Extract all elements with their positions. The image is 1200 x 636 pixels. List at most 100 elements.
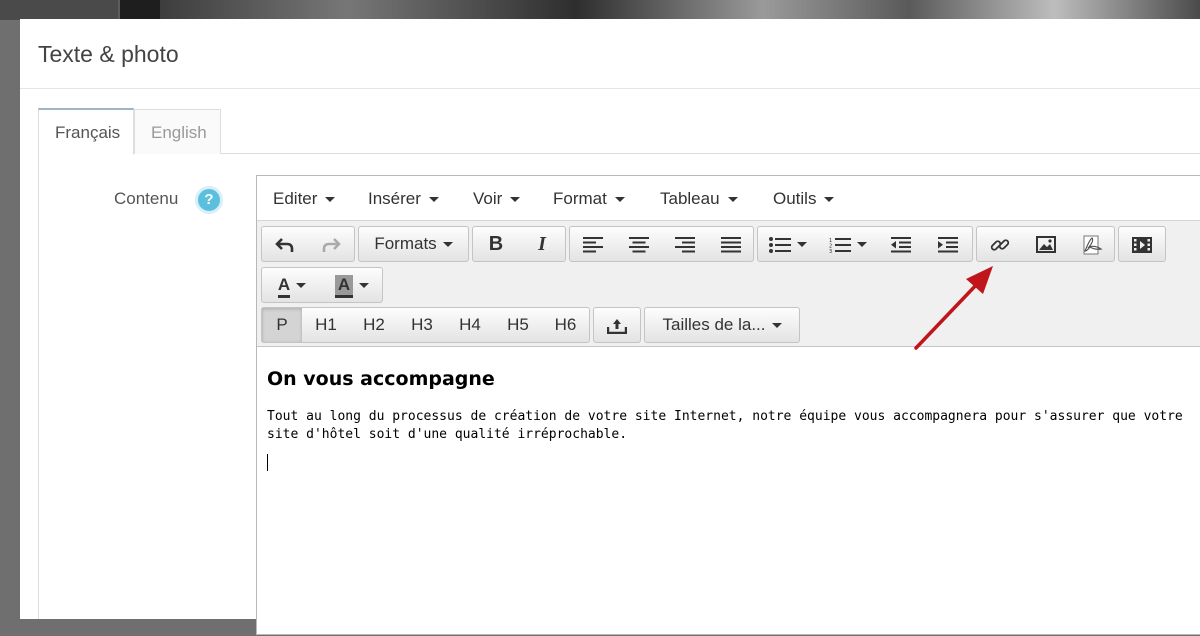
align-right-button[interactable]: [662, 227, 708, 261]
font-size-group: Tailles de la...: [644, 307, 800, 343]
editor-toolbar: Formats B I 123 A A P H1 H2 H3 H4 H5 H6 …: [257, 221, 1200, 347]
svg-text:3: 3: [829, 249, 832, 253]
list-group: 123: [757, 226, 973, 262]
indent-icon: [938, 236, 958, 253]
text-color-icon: A: [277, 275, 291, 298]
help-icon[interactable]: ?: [195, 186, 223, 214]
chevron-down-icon: [325, 197, 336, 203]
text-cursor: [267, 454, 268, 471]
block-format-group: P H1 H2 H3 H4 H5 H6: [261, 307, 590, 343]
media-button[interactable]: [1119, 227, 1165, 261]
formats-group: Formats: [358, 226, 469, 262]
align-group: [569, 226, 754, 262]
align-left-icon: [583, 236, 603, 253]
insert-group: [976, 226, 1115, 262]
backdrop-photo: [160, 0, 1200, 20]
menu-format[interactable]: Format: [553, 176, 625, 221]
background-color-icon: A: [334, 275, 354, 298]
text-color-button[interactable]: A: [262, 268, 322, 302]
upload-icon: [606, 318, 628, 334]
menu-voir[interactable]: Voir: [473, 176, 521, 221]
h5-button[interactable]: H5: [494, 308, 542, 342]
color-group: A A: [261, 267, 383, 303]
chevron-down-icon: [614, 197, 625, 203]
menu-label: Format: [553, 189, 607, 208]
modal-title: Texte & photo: [38, 41, 179, 67]
font-size-label: Tailles de la...: [662, 315, 766, 334]
menu-tableau[interactable]: Tableau: [660, 176, 738, 221]
chevron-down-icon: [442, 242, 453, 248]
content-heading: On vous accompagne: [267, 368, 495, 390]
h1-button[interactable]: H1: [302, 308, 350, 342]
link-button[interactable]: [977, 227, 1023, 261]
h3-button[interactable]: H3: [398, 308, 446, 342]
image-icon: [1036, 236, 1056, 254]
content-field-label: Contenu: [114, 189, 179, 208]
background-color-button[interactable]: A: [322, 268, 382, 302]
numbered-list-icon: 123: [829, 237, 851, 255]
bold-button[interactable]: B: [473, 227, 519, 261]
formats-label: Formats: [374, 234, 437, 253]
chevron-down-icon: [857, 242, 867, 248]
content-paragraph: Tout au long du processus de création de…: [267, 409, 1183, 442]
editor-content[interactable]: On vous accompagne Tout au long du proce…: [257, 347, 1200, 636]
upload-group: [593, 307, 641, 343]
numbered-list-button[interactable]: 123: [818, 227, 878, 261]
h6-button[interactable]: H6: [542, 308, 589, 342]
chevron-down-icon: [359, 283, 370, 289]
align-left-button[interactable]: [570, 227, 616, 261]
tab-english[interactable]: English: [134, 109, 221, 154]
history-group: [261, 226, 355, 262]
outdent-icon: [891, 236, 911, 253]
paragraph-button[interactable]: P: [262, 308, 302, 342]
align-center-icon: [629, 236, 649, 253]
undo-button[interactable]: [262, 227, 308, 261]
bullet-list-button[interactable]: [758, 227, 818, 261]
h4-button[interactable]: H4: [446, 308, 494, 342]
align-right-icon: [675, 236, 695, 253]
image-button[interactable]: [1023, 227, 1069, 261]
chevron-down-icon: [771, 323, 782, 329]
chevron-down-icon: [428, 197, 439, 203]
chevron-down-icon: [824, 197, 835, 203]
media-icon: [1132, 236, 1152, 253]
backdrop-strip: [118, 0, 160, 20]
language-tabs: Français English: [38, 108, 1200, 155]
formats-dropdown[interactable]: Formats: [359, 227, 468, 261]
menu-outils[interactable]: Outils: [773, 176, 835, 221]
pdf-icon: [1083, 235, 1103, 255]
editor-menubar: Editer Insérer Voir Format Tableau Outil…: [257, 176, 1200, 221]
rich-text-editor: Editer Insérer Voir Format Tableau Outil…: [256, 175, 1200, 635]
menu-inserer[interactable]: Insérer: [368, 176, 439, 221]
chevron-down-icon: [296, 283, 307, 289]
italic-button[interactable]: I: [519, 227, 565, 261]
bullet-list-icon: [769, 236, 791, 253]
align-justify-button[interactable]: [708, 227, 754, 261]
redo-icon: [322, 237, 341, 252]
page-backdrop: [0, 0, 1200, 20]
chevron-down-icon: [727, 197, 738, 203]
menu-editer[interactable]: Editer: [273, 176, 336, 221]
upload-button[interactable]: [594, 308, 640, 342]
h2-button[interactable]: H2: [350, 308, 398, 342]
indent-button[interactable]: [924, 227, 972, 261]
chevron-down-icon: [510, 197, 521, 203]
chevron-down-icon: [797, 242, 807, 248]
pdf-button[interactable]: [1069, 227, 1115, 261]
outdent-button[interactable]: [878, 227, 924, 261]
font-size-dropdown[interactable]: Tailles de la...: [645, 308, 799, 342]
menu-label: Insérer: [368, 189, 421, 208]
menu-label: Editer: [273, 189, 318, 208]
undo-icon: [275, 237, 294, 252]
style-group: B I: [472, 226, 566, 262]
backdrop-strip: [0, 0, 118, 20]
menu-label: Outils: [773, 189, 817, 208]
align-justify-icon: [721, 236, 741, 253]
link-icon: [990, 238, 1010, 251]
menu-label: Tableau: [660, 189, 720, 208]
align-center-button[interactable]: [616, 227, 662, 261]
tab-francais[interactable]: Français: [38, 108, 134, 155]
redo-button[interactable]: [308, 227, 354, 261]
modal-header: Texte & photo: [20, 19, 1200, 89]
media-group: [1118, 226, 1166, 262]
